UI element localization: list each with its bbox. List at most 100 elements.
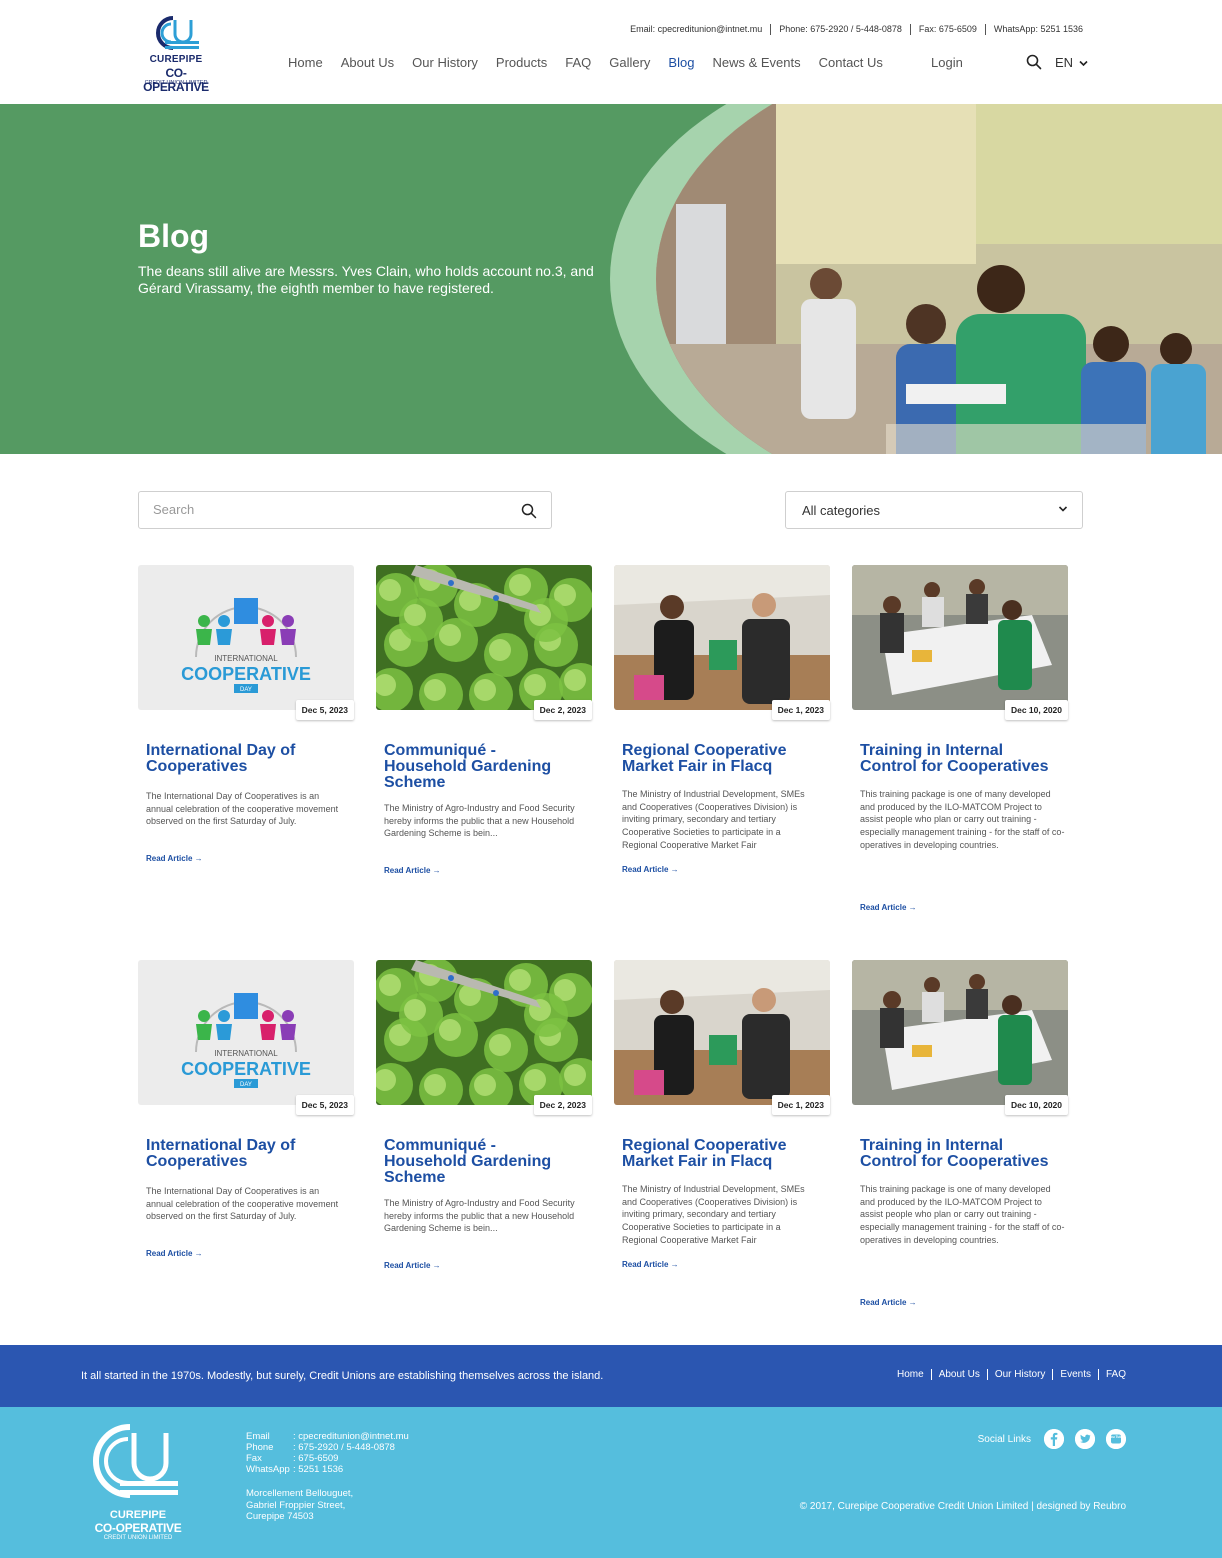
- search-icon[interactable]: [521, 503, 537, 519]
- footer-info-row: WhatsApp: 5251 1536: [246, 1464, 409, 1475]
- blog-card-image[interactable]: [376, 565, 592, 710]
- read-article-link[interactable]: Read Article →: [146, 1249, 203, 1258]
- read-article-link[interactable]: Read Article →: [384, 1261, 441, 1270]
- hero-banner: Blog The deans still alive are Messrs. Y…: [0, 104, 1222, 454]
- blog-card-image[interactable]: [852, 565, 1068, 710]
- blog-card-image[interactable]: [614, 565, 830, 710]
- blog-card-date: Dec 5, 2023: [295, 1095, 354, 1115]
- read-article-link[interactable]: Read Article →: [622, 1260, 679, 1269]
- category-select[interactable]: All categories: [785, 491, 1083, 529]
- image-caption-3: DAY: [240, 1082, 252, 1088]
- read-article-link[interactable]: Read Article →: [384, 866, 441, 875]
- site-logo[interactable]: CUREPIPE CO-OPERATIVE CREDIT UNION LIMIT…: [136, 14, 216, 94]
- footer-link-events[interactable]: Events: [1060, 1369, 1091, 1380]
- nav-our-history[interactable]: Our History: [412, 55, 478, 70]
- blog-card-date: Dec 5, 2023: [295, 700, 354, 720]
- footer-link-home[interactable]: Home: [897, 1369, 924, 1380]
- youtube-label: You Tube: [1109, 1435, 1124, 1439]
- info-email[interactable]: : cpecreditunion@intnet.mu: [293, 1431, 409, 1442]
- image-caption-2: COOPERATIVE: [181, 1059, 311, 1079]
- social-links: Social Links You Tube: [978, 1429, 1126, 1449]
- divider: [1052, 1369, 1054, 1380]
- contact-phone[interactable]: Phone: 675-2920 / 5-448-0878: [779, 24, 902, 35]
- divider: [984, 24, 986, 35]
- blog-card-title[interactable]: Communiqué - Household Gardening Scheme: [384, 1138, 564, 1186]
- search-input[interactable]: [153, 502, 493, 517]
- info-phone[interactable]: : 675-2920 / 5-448-0878: [293, 1442, 395, 1453]
- blog-card-image[interactable]: [852, 960, 1068, 1105]
- read-article-link[interactable]: Read Article →: [860, 1298, 917, 1307]
- blog-card-excerpt: The Ministry of Industrial Development, …: [622, 789, 805, 850]
- nav-news-events[interactable]: News & Events: [712, 55, 800, 70]
- footer-top-bar: It all started in the 1970s. Modestly, b…: [0, 1345, 1222, 1407]
- chevron-down-icon: [1079, 60, 1088, 67]
- youtube-icon[interactable]: You Tube: [1106, 1429, 1126, 1449]
- image-caption-3: DAY: [240, 687, 252, 693]
- nav-contact-us[interactable]: Contact Us: [819, 55, 883, 70]
- logo-mark-icon: [156, 16, 199, 50]
- footer-link-our-history[interactable]: Our History: [995, 1369, 1046, 1380]
- image-caption-1: INTERNATIONAL: [214, 1049, 278, 1058]
- blog-card-title[interactable]: International Day of Cooperatives: [146, 743, 346, 775]
- contact-whatsapp[interactable]: WhatsApp: 5251 1536: [994, 24, 1083, 35]
- footer-links: Home About Us Our History Events FAQ: [897, 1369, 1126, 1380]
- seminar-audience-image: [656, 104, 1222, 454]
- divider: [930, 1369, 932, 1380]
- blog-card-title[interactable]: Regional Cooperative Market Fair in Flac…: [622, 1138, 822, 1170]
- blog-card-title[interactable]: International Day of Cooperatives: [146, 1138, 346, 1170]
- blog-card-title[interactable]: Communiqué - Household Gardening Scheme: [384, 743, 564, 791]
- login-link[interactable]: Login: [931, 55, 963, 70]
- read-article-link[interactable]: Read Article →: [860, 903, 917, 912]
- blog-card-date: Dec 10, 2020: [1004, 1095, 1068, 1115]
- language-selector[interactable]: EN: [1055, 55, 1088, 70]
- info-key: WhatsApp: [246, 1464, 290, 1475]
- hero-subtitle: The deans still alive are Messrs. Yves C…: [138, 263, 594, 296]
- info-whatsapp[interactable]: : 5251 1536: [293, 1464, 343, 1475]
- footer-contact-info: Email: cpecreditunion@intnet.mu Phone: 6…: [246, 1431, 409, 1475]
- contact-bar: Email: cpecreditunion@intnet.mu Phone: 6…: [630, 24, 1083, 35]
- footer-logo-line-2: CO-OPERATIVE: [94, 1521, 182, 1535]
- twitter-icon[interactable]: [1075, 1429, 1095, 1449]
- logo-line-3: CREDIT UNION LIMITED: [144, 80, 208, 86]
- read-article-link[interactable]: Read Article →: [146, 854, 203, 863]
- facebook-icon[interactable]: [1044, 1429, 1064, 1449]
- info-fax: : 675-6509: [293, 1453, 339, 1464]
- blog-card-title[interactable]: Training in Internal Control for Coopera…: [860, 743, 1060, 775]
- info-key: Email: [246, 1431, 270, 1442]
- footer-address: Morcellement Bellouguet, Gabriel Froppie…: [246, 1488, 353, 1523]
- hero-photo: [656, 104, 1222, 454]
- blog-card-date: Dec 2, 2023: [533, 700, 592, 720]
- search-field[interactable]: [138, 491, 552, 529]
- search-icon[interactable]: [1026, 54, 1042, 70]
- address-line: Gabriel Froppier Street,: [246, 1499, 346, 1511]
- nav-products[interactable]: Products: [496, 55, 547, 70]
- blog-card-excerpt: This training package is one of many dev…: [860, 789, 1065, 850]
- blog-card-image[interactable]: INTERNATIONAL COOPERATIVE DAY: [138, 960, 354, 1105]
- logo-mark-icon: [93, 1424, 178, 1498]
- blog-card-image[interactable]: [376, 960, 592, 1105]
- footer-bottom: CUREPIPE CO-OPERATIVE CREDIT UNION LIMIT…: [0, 1407, 1222, 1558]
- contact-email[interactable]: Email: cpecreditunion@intnet.mu: [630, 24, 762, 35]
- footer-logo-line-1: CUREPIPE: [109, 1509, 167, 1521]
- blog-card-excerpt: This training package is one of many dev…: [860, 1184, 1065, 1245]
- info-key: Fax: [246, 1453, 262, 1464]
- nav-gallery[interactable]: Gallery: [609, 55, 650, 70]
- blog-card-image[interactable]: INTERNATIONAL COOPERATIVE DAY: [138, 565, 354, 710]
- copyright: © 2017, Curepipe Cooperative Credit Unio…: [799, 1501, 1126, 1512]
- chevron-down-icon: [1058, 506, 1068, 512]
- divider: [986, 1369, 988, 1380]
- blog-card-title[interactable]: Training in Internal Control for Coopera…: [860, 1138, 1060, 1170]
- blog-card-date: Dec 1, 2023: [771, 700, 830, 720]
- nav-about-us[interactable]: About Us: [341, 55, 394, 70]
- nav-faq[interactable]: FAQ: [565, 55, 591, 70]
- blog-card-image[interactable]: [614, 960, 830, 1105]
- language-label: EN: [1055, 55, 1074, 70]
- nav-home[interactable]: Home: [288, 55, 323, 70]
- footer-link-about-us[interactable]: About Us: [939, 1369, 980, 1380]
- read-article-link[interactable]: Read Article →: [622, 865, 679, 874]
- nav-blog[interactable]: Blog: [668, 55, 694, 70]
- footer-logo[interactable]: CUREPIPE CO-OPERATIVE CREDIT UNION LIMIT…: [90, 1421, 190, 1541]
- footer-link-faq[interactable]: FAQ: [1106, 1369, 1126, 1380]
- main-nav: Home About Us Our History Products FAQ G…: [288, 55, 901, 70]
- blog-card-title[interactable]: Regional Cooperative Market Fair in Flac…: [622, 743, 822, 775]
